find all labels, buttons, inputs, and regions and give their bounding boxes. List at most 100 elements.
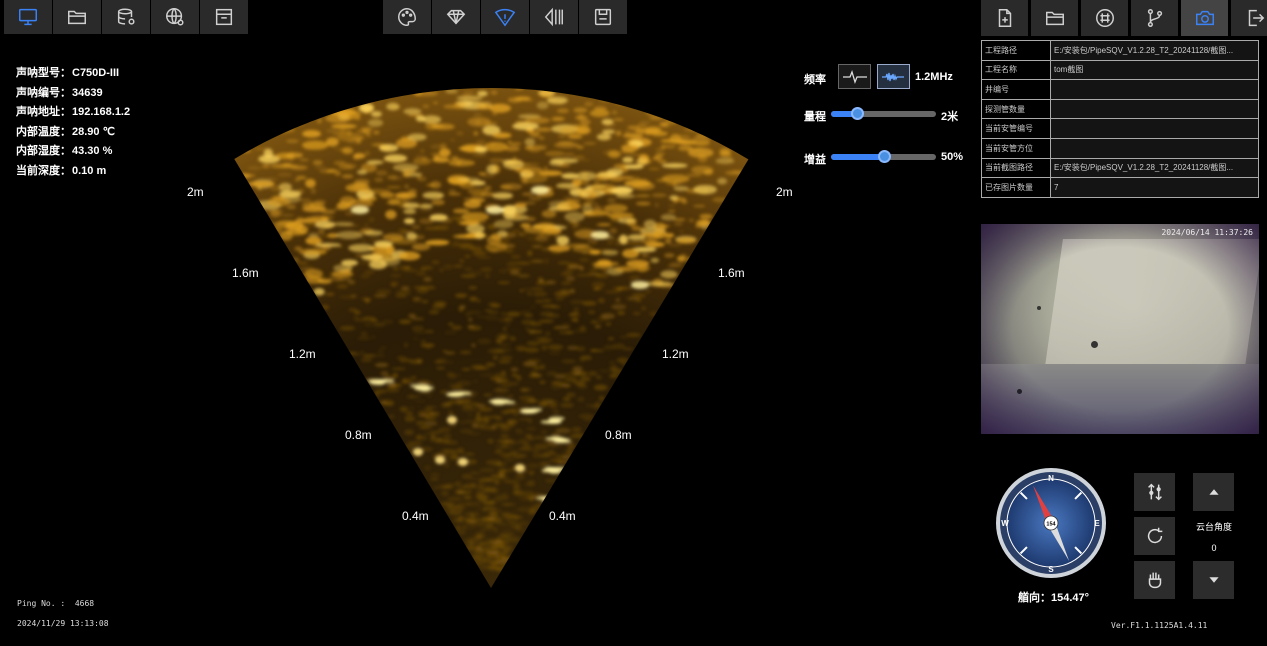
project-info-value[interactable]: E:/安装包/PipeSQV_V1.2.28_T2_20241128/截图... [1050, 157, 1259, 179]
project-info-value[interactable] [1050, 137, 1259, 159]
sonar-echo [474, 146, 487, 154]
sonar-echo [550, 305, 561, 309]
sonar-echo [556, 108, 569, 114]
project-info-value[interactable] [1050, 118, 1259, 139]
sonar-echo [541, 528, 554, 533]
grid-button[interactable] [1081, 0, 1128, 36]
sonar-echo [283, 127, 295, 133]
sonar-echo [544, 528, 561, 533]
humidity-value: 43.30 % [72, 145, 113, 157]
sonar-echo [447, 496, 463, 501]
sonar-echo [540, 528, 552, 533]
camera-icon [1195, 10, 1214, 26]
sonar-echo [263, 148, 274, 159]
sonar-echo [494, 479, 500, 485]
sonar-echo [506, 311, 521, 317]
range-label-right-0-4m: 0.4m [549, 509, 576, 523]
sonar-view-button[interactable] [481, 0, 529, 34]
sonar-echo [361, 238, 367, 243]
sonar-echo [615, 130, 622, 136]
sonar-echo [424, 330, 435, 333]
sonar-echo [497, 360, 511, 364]
monitor-button[interactable] [4, 0, 52, 34]
save-button[interactable] [579, 0, 627, 34]
rotate-button[interactable] [1134, 517, 1175, 555]
project-info-value[interactable]: 7 [1050, 177, 1259, 198]
sonar-echo [519, 387, 532, 392]
sonar-echo [439, 268, 444, 272]
project-info-value[interactable]: E:/安装包/PipeSQV_V1.2.28_T2_20241128/截图... [1050, 40, 1259, 61]
sonar-echo [471, 401, 478, 406]
sonar-echo [544, 150, 565, 157]
sonar-fan-icon [494, 8, 516, 27]
range-label-right-1-2m: 1.2m [662, 347, 689, 361]
range-slider[interactable] [831, 107, 936, 120]
sonar-echo [546, 371, 558, 376]
diamond-view-button[interactable] [432, 0, 480, 34]
network-settings-button[interactable] [151, 0, 199, 34]
high-frequency-button[interactable] [877, 64, 910, 89]
sonar-echo [398, 319, 412, 325]
tilt-up-button[interactable] [1193, 473, 1234, 511]
sonar-echo [615, 99, 631, 105]
mirror-button[interactable] [530, 0, 578, 34]
sonar-echo [529, 505, 543, 511]
archive-button[interactable] [200, 0, 248, 34]
database-settings-button[interactable] [102, 0, 150, 34]
tilt-down-button[interactable] [1193, 561, 1234, 599]
address-value: 192.168.1.2 [72, 106, 131, 118]
gain-slider[interactable] [831, 150, 936, 163]
sonar-echo [542, 499, 555, 504]
sonar-echo [392, 163, 419, 172]
project-info-value[interactable] [1050, 98, 1259, 120]
sonar-echo [376, 289, 391, 295]
sonar-echo [564, 211, 585, 222]
sonar-echo [752, 138, 758, 142]
project-info-key: 工程路径 [981, 40, 1051, 61]
sonar-echo [648, 167, 660, 171]
sonar-echo [439, 148, 451, 158]
sonar-echo [472, 251, 487, 256]
sonar-echo [341, 174, 354, 179]
sonar-echo [382, 233, 405, 241]
screenshot-button[interactable] [1181, 0, 1228, 36]
open-folder-button[interactable] [53, 0, 101, 34]
sonar-echo [641, 89, 651, 96]
depth-value: 0.10 m [72, 164, 107, 177]
sonar-echo [541, 398, 554, 404]
gain-slider-knob[interactable] [877, 150, 891, 163]
sonar-echo [399, 406, 408, 412]
project-info-value[interactable]: tom截图 [1050, 59, 1259, 81]
sonar-echo [364, 322, 373, 327]
sonar-echo [420, 340, 427, 343]
sonar-echo [420, 149, 425, 153]
sonar-echo [363, 230, 383, 236]
sonar-echo [501, 370, 506, 375]
sonar-echo [386, 383, 402, 388]
frequency-value: 1.2MHz [915, 71, 953, 83]
sonar-echo [493, 388, 510, 392]
low-frequency-button[interactable] [838, 64, 871, 89]
palette-button[interactable] [383, 0, 431, 34]
sonar-echo [482, 557, 492, 564]
new-project-button[interactable] [981, 0, 1028, 36]
sonar-fan-display [234, 67, 758, 589]
branch-button[interactable] [1131, 0, 1178, 36]
sonar-echo [660, 138, 687, 144]
project-info-value[interactable] [1050, 79, 1259, 100]
open-project-button[interactable] [1031, 0, 1078, 36]
sonar-echo [555, 427, 571, 434]
sonar-echo [528, 470, 535, 476]
export-button[interactable] [1231, 0, 1267, 36]
sonar-echo [573, 107, 588, 114]
grip-button[interactable] [1134, 561, 1175, 599]
sort-button[interactable] [1134, 473, 1175, 511]
sonar-echo [360, 358, 373, 362]
sonar-echo [339, 128, 347, 134]
sonar-echo [499, 67, 515, 71]
sonar-echo [302, 205, 327, 213]
sonar-echo [463, 518, 472, 522]
sonar-echo [356, 169, 368, 175]
sonar-echo [380, 370, 389, 377]
sonar-echo [636, 157, 648, 166]
